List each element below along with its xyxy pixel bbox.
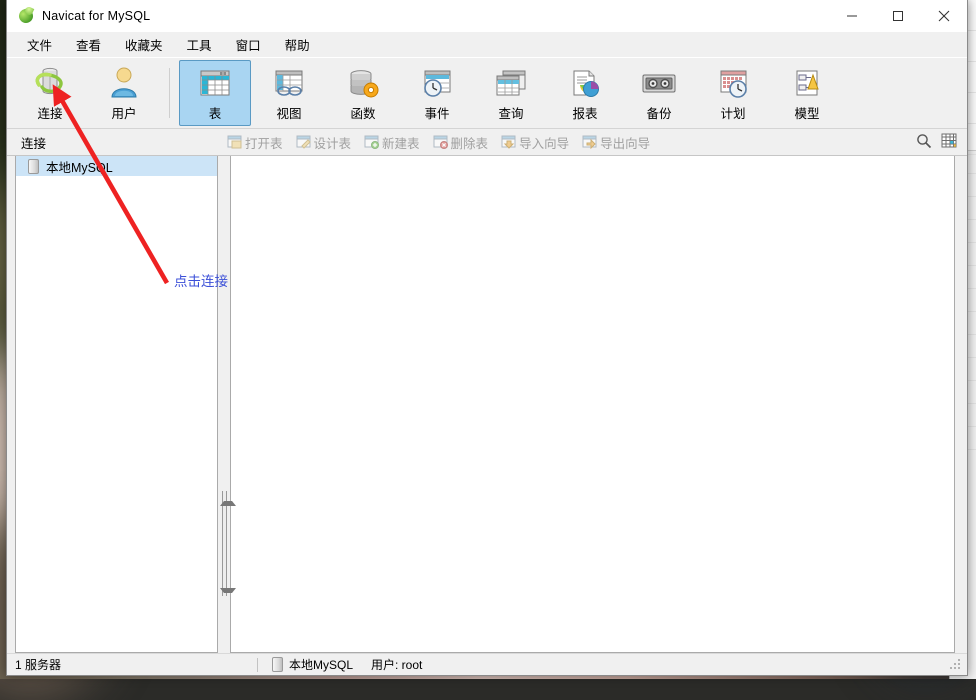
menu-bar: 文件 查看 收藏夹 工具 窗口 帮助	[7, 32, 967, 57]
design-table-label: 设计表	[313, 136, 352, 151]
object-list-area[interactable]	[230, 156, 955, 653]
toolbar-button-table[interactable]: 表	[179, 60, 251, 126]
status-server-count: 1 服务器	[15, 658, 62, 672]
sub-toolbar: 连接 打开表 设计表 新建表 删除表 导入向导 导出向导	[7, 129, 967, 156]
connection-tree-panel: 本地MySQL	[15, 156, 218, 653]
menu-favorites[interactable]: 收藏夹	[113, 32, 175, 57]
event-icon	[417, 65, 457, 99]
menu-help[interactable]: 帮助	[273, 32, 322, 57]
splitter-collapse-down-icon[interactable]	[220, 588, 236, 593]
open-table-icon	[227, 135, 242, 149]
close-button[interactable]	[921, 0, 967, 31]
panel-splitter[interactable]	[218, 156, 236, 653]
sub-toolbar-right	[916, 133, 967, 152]
model-icon	[787, 65, 827, 99]
new-table-button[interactable]: 新建表	[359, 131, 425, 154]
import-wizard-button[interactable]: 导入向导	[496, 131, 574, 154]
toolbar-button-function[interactable]: 函数	[327, 60, 399, 126]
toolbar-button-user[interactable]: 用户	[88, 60, 160, 126]
toolbar-button-report[interactable]: 报表	[549, 60, 621, 126]
report-icon	[565, 65, 605, 99]
status-bar: 1 服务器 本地MySQL 用户: root	[7, 653, 967, 675]
status-connection-name: 本地MySQL	[289, 658, 354, 672]
server-icon	[28, 158, 39, 174]
menu-tools[interactable]: 工具	[175, 32, 224, 57]
table-icon	[195, 65, 235, 99]
export-wizard-label: 导出向导	[600, 136, 651, 151]
search-icon[interactable]	[916, 133, 932, 152]
maximize-button[interactable]	[875, 0, 921, 31]
toolbar-label-report: 报表	[572, 106, 598, 121]
schedule-icon	[713, 65, 753, 99]
resize-grip-icon[interactable]	[949, 658, 963, 672]
toolbar-button-query[interactable]: 查询	[475, 60, 547, 126]
delete-table-icon	[433, 135, 448, 149]
navicat-main-window: Navicat for MySQL 文件 查看 收藏夹 工具 窗口 帮助 连接 …	[6, 0, 968, 676]
splitter-track	[222, 491, 227, 596]
title-bar: Navicat for MySQL	[7, 0, 967, 32]
import-wizard-icon	[501, 135, 516, 149]
server-icon	[272, 657, 283, 672]
toolbar-label-connection: 连接	[37, 106, 63, 121]
design-table-button[interactable]: 设计表	[291, 131, 357, 154]
toolbar-button-connection[interactable]: 连接	[14, 60, 86, 126]
view-icon	[269, 65, 309, 99]
new-table-icon	[364, 135, 380, 149]
annotation-text: 点击连接	[174, 274, 228, 289]
function-icon	[343, 65, 383, 99]
connection-panel-label: 连接	[21, 136, 47, 151]
connection-icon	[30, 65, 70, 99]
toolbar-separator	[169, 68, 170, 118]
delete-table-label: 删除表	[450, 136, 489, 151]
toolbar-label-schedule: 计划	[720, 106, 746, 121]
window-title: Navicat for MySQL	[42, 8, 151, 23]
backup-icon	[639, 65, 679, 99]
export-wizard-button[interactable]: 导出向导	[577, 131, 655, 154]
toolbar-button-backup[interactable]: 备份	[623, 60, 695, 126]
delete-table-button[interactable]: 删除表	[428, 131, 494, 154]
toolbar-label-model: 模型	[794, 106, 820, 121]
menu-view[interactable]: 查看	[64, 32, 113, 57]
status-connection-info: 本地MySQL 用户: root	[258, 656, 422, 673]
export-wizard-icon	[582, 135, 597, 150]
toolbar-label-view: 视图	[276, 106, 302, 121]
main-toolbar: 连接 用户 表 视图 函数 事件 查询 报表 备份 计划 模型	[7, 57, 967, 129]
splitter-collapse-up-icon[interactable]	[220, 501, 236, 506]
main-body: 本地MySQL	[7, 156, 967, 653]
toolbar-button-schedule[interactable]: 计划	[697, 60, 769, 126]
open-table-label: 打开表	[245, 136, 283, 151]
toolbar-button-event[interactable]: 事件	[401, 60, 473, 126]
status-user: 用户: root	[371, 658, 423, 672]
toolbar-button-model[interactable]: 模型	[771, 60, 843, 126]
app-logo-icon	[17, 5, 35, 25]
design-table-icon	[296, 135, 311, 149]
query-icon	[491, 65, 531, 99]
sidebar-item-label: 本地MySQL	[46, 160, 113, 175]
user-icon	[104, 65, 144, 99]
toolbar-button-view[interactable]: 视图	[253, 60, 325, 126]
menu-file[interactable]: 文件	[15, 32, 64, 57]
import-wizard-label: 导入向导	[519, 136, 570, 151]
toolbar-label-event: 事件	[424, 106, 450, 121]
window-controls	[829, 0, 967, 31]
minimize-button[interactable]	[829, 0, 875, 31]
grid-view-icon[interactable]	[941, 133, 957, 151]
toolbar-label-user: 用户	[111, 106, 137, 121]
sidebar-item-local-mysql[interactable]: 本地MySQL	[16, 156, 217, 176]
new-table-label: 新建表	[382, 136, 420, 151]
toolbar-label-query: 查询	[498, 106, 524, 121]
toolbar-label-function: 函数	[350, 106, 376, 121]
menu-window[interactable]: 窗口	[224, 32, 273, 57]
open-table-button[interactable]: 打开表	[222, 131, 288, 154]
toolbar-label-table: 表	[208, 106, 222, 121]
toolbar-label-backup: 备份	[646, 106, 672, 121]
